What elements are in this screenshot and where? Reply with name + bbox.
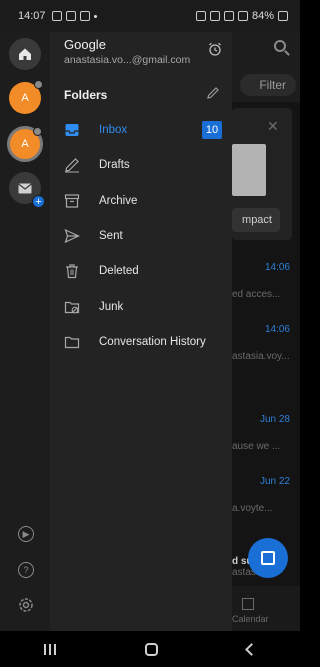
list-item[interactable]: 14:06 ed acces... bbox=[232, 262, 300, 300]
folder-item-archive[interactable]: Archive bbox=[50, 184, 232, 218]
compose-icon bbox=[261, 551, 275, 565]
home-button[interactable] bbox=[9, 38, 41, 70]
alarm-status-icon bbox=[209, 11, 220, 21]
folder-item-inbox[interactable]: Inbox 10 bbox=[50, 113, 232, 147]
promo-button-label: mpact bbox=[242, 214, 272, 226]
promo-button[interactable]: mpact bbox=[232, 208, 280, 232]
mail-date: 14:06 bbox=[264, 262, 290, 273]
inbox-icon bbox=[65, 124, 79, 136]
home-nav-button[interactable] bbox=[144, 642, 158, 656]
folder-item-drafts[interactable]: Drafts bbox=[50, 148, 232, 182]
system-icons: 84% bbox=[195, 10, 288, 22]
list-item[interactable]: Jun 28 ause we ... bbox=[232, 414, 300, 452]
status-badge bbox=[33, 127, 42, 136]
plus-icon: + bbox=[32, 195, 45, 208]
more-notifications-icon bbox=[93, 14, 97, 18]
notification-icons bbox=[51, 11, 97, 21]
image-icon bbox=[65, 11, 76, 21]
folder-item-sent[interactable]: Sent bbox=[50, 219, 232, 253]
mail-snippet: a.voyte... bbox=[232, 503, 273, 514]
search-icon[interactable] bbox=[274, 40, 286, 52]
folder-label: Drafts bbox=[99, 159, 130, 171]
mail-icon bbox=[18, 183, 32, 193]
mail-snippet: ed acces... bbox=[232, 289, 281, 300]
status-bar: 14:07 84% bbox=[0, 0, 300, 32]
mail-snippet: ause we ... bbox=[232, 441, 281, 452]
list-item[interactable]: 14:06 astasia.voy... bbox=[232, 324, 300, 362]
filter-button[interactable]: Filter bbox=[240, 74, 296, 96]
edit-icon[interactable] bbox=[206, 86, 220, 100]
folders-heading: Folders bbox=[64, 88, 108, 102]
folder-item-junk[interactable]: Junk bbox=[50, 290, 232, 324]
folder-item-deleted[interactable]: Deleted bbox=[50, 254, 232, 288]
archive-icon bbox=[64, 194, 80, 208]
back-button[interactable] bbox=[244, 642, 258, 656]
wifi-icon bbox=[223, 11, 234, 21]
mail-date: 14:06 bbox=[264, 324, 290, 335]
unread-count-badge: 10 bbox=[202, 121, 222, 139]
folder-label: Conversation History bbox=[99, 336, 206, 348]
junk-icon bbox=[64, 301, 80, 314]
account-avatar-selected[interactable]: A bbox=[7, 126, 43, 162]
drafts-icon bbox=[65, 158, 79, 173]
folder-item-conversation-history[interactable]: Conversation History bbox=[50, 325, 232, 359]
add-account-button[interactable]: + bbox=[9, 172, 45, 208]
mail-snippet: astasia.voy... bbox=[232, 351, 290, 362]
help-icon[interactable]: ? bbox=[18, 562, 34, 578]
settings-icon[interactable] bbox=[17, 596, 35, 614]
calendar-icon[interactable] bbox=[242, 598, 254, 610]
mail-date: Jun 22 bbox=[259, 476, 290, 487]
recent-apps-button[interactable] bbox=[44, 643, 57, 655]
trash-icon bbox=[66, 264, 78, 279]
folder-label: Junk bbox=[99, 301, 124, 313]
gallery-icon bbox=[51, 11, 62, 21]
battery-icon bbox=[278, 11, 288, 21]
status-time: 14:07 bbox=[18, 10, 46, 22]
home-icon bbox=[19, 48, 31, 60]
folder-label: Archive bbox=[99, 195, 138, 207]
list-item[interactable]: Jun 22 a.voyte... bbox=[232, 476, 300, 514]
status-badge bbox=[34, 80, 43, 89]
account-email: anastasia.vo...@gmail.com bbox=[64, 54, 191, 66]
avatar-initial: A bbox=[21, 138, 29, 150]
filter-label: Filter bbox=[259, 78, 286, 92]
system-nav-bar bbox=[0, 631, 300, 667]
folder-icon bbox=[64, 336, 80, 349]
battery-percent: 84% bbox=[251, 10, 274, 22]
alarm-icon[interactable] bbox=[208, 42, 222, 56]
signal-icon bbox=[237, 11, 248, 21]
compose-button[interactable] bbox=[248, 538, 288, 578]
account-avatar[interactable]: A bbox=[9, 80, 43, 114]
folder-label: Deleted bbox=[99, 265, 139, 277]
close-icon[interactable]: ✕ bbox=[267, 118, 279, 135]
account-rail: A A + ▶ ? bbox=[0, 32, 50, 631]
play-icon[interactable]: ▶ bbox=[18, 526, 34, 542]
folder-label: Sent bbox=[99, 230, 123, 242]
avatar-initial: A bbox=[21, 92, 29, 104]
account-name: Google bbox=[64, 37, 106, 52]
calendar-tab-label: Calendar bbox=[232, 614, 269, 624]
promo-image bbox=[232, 144, 266, 196]
message-icon bbox=[79, 11, 90, 21]
folder-drawer: Google anastasia.vo...@gmail.com Folders… bbox=[50, 32, 232, 631]
mail-date: Jun 28 bbox=[259, 414, 290, 425]
folder-label: Inbox bbox=[99, 124, 128, 136]
battery-saver-icon bbox=[195, 11, 206, 21]
sent-icon bbox=[64, 228, 80, 244]
